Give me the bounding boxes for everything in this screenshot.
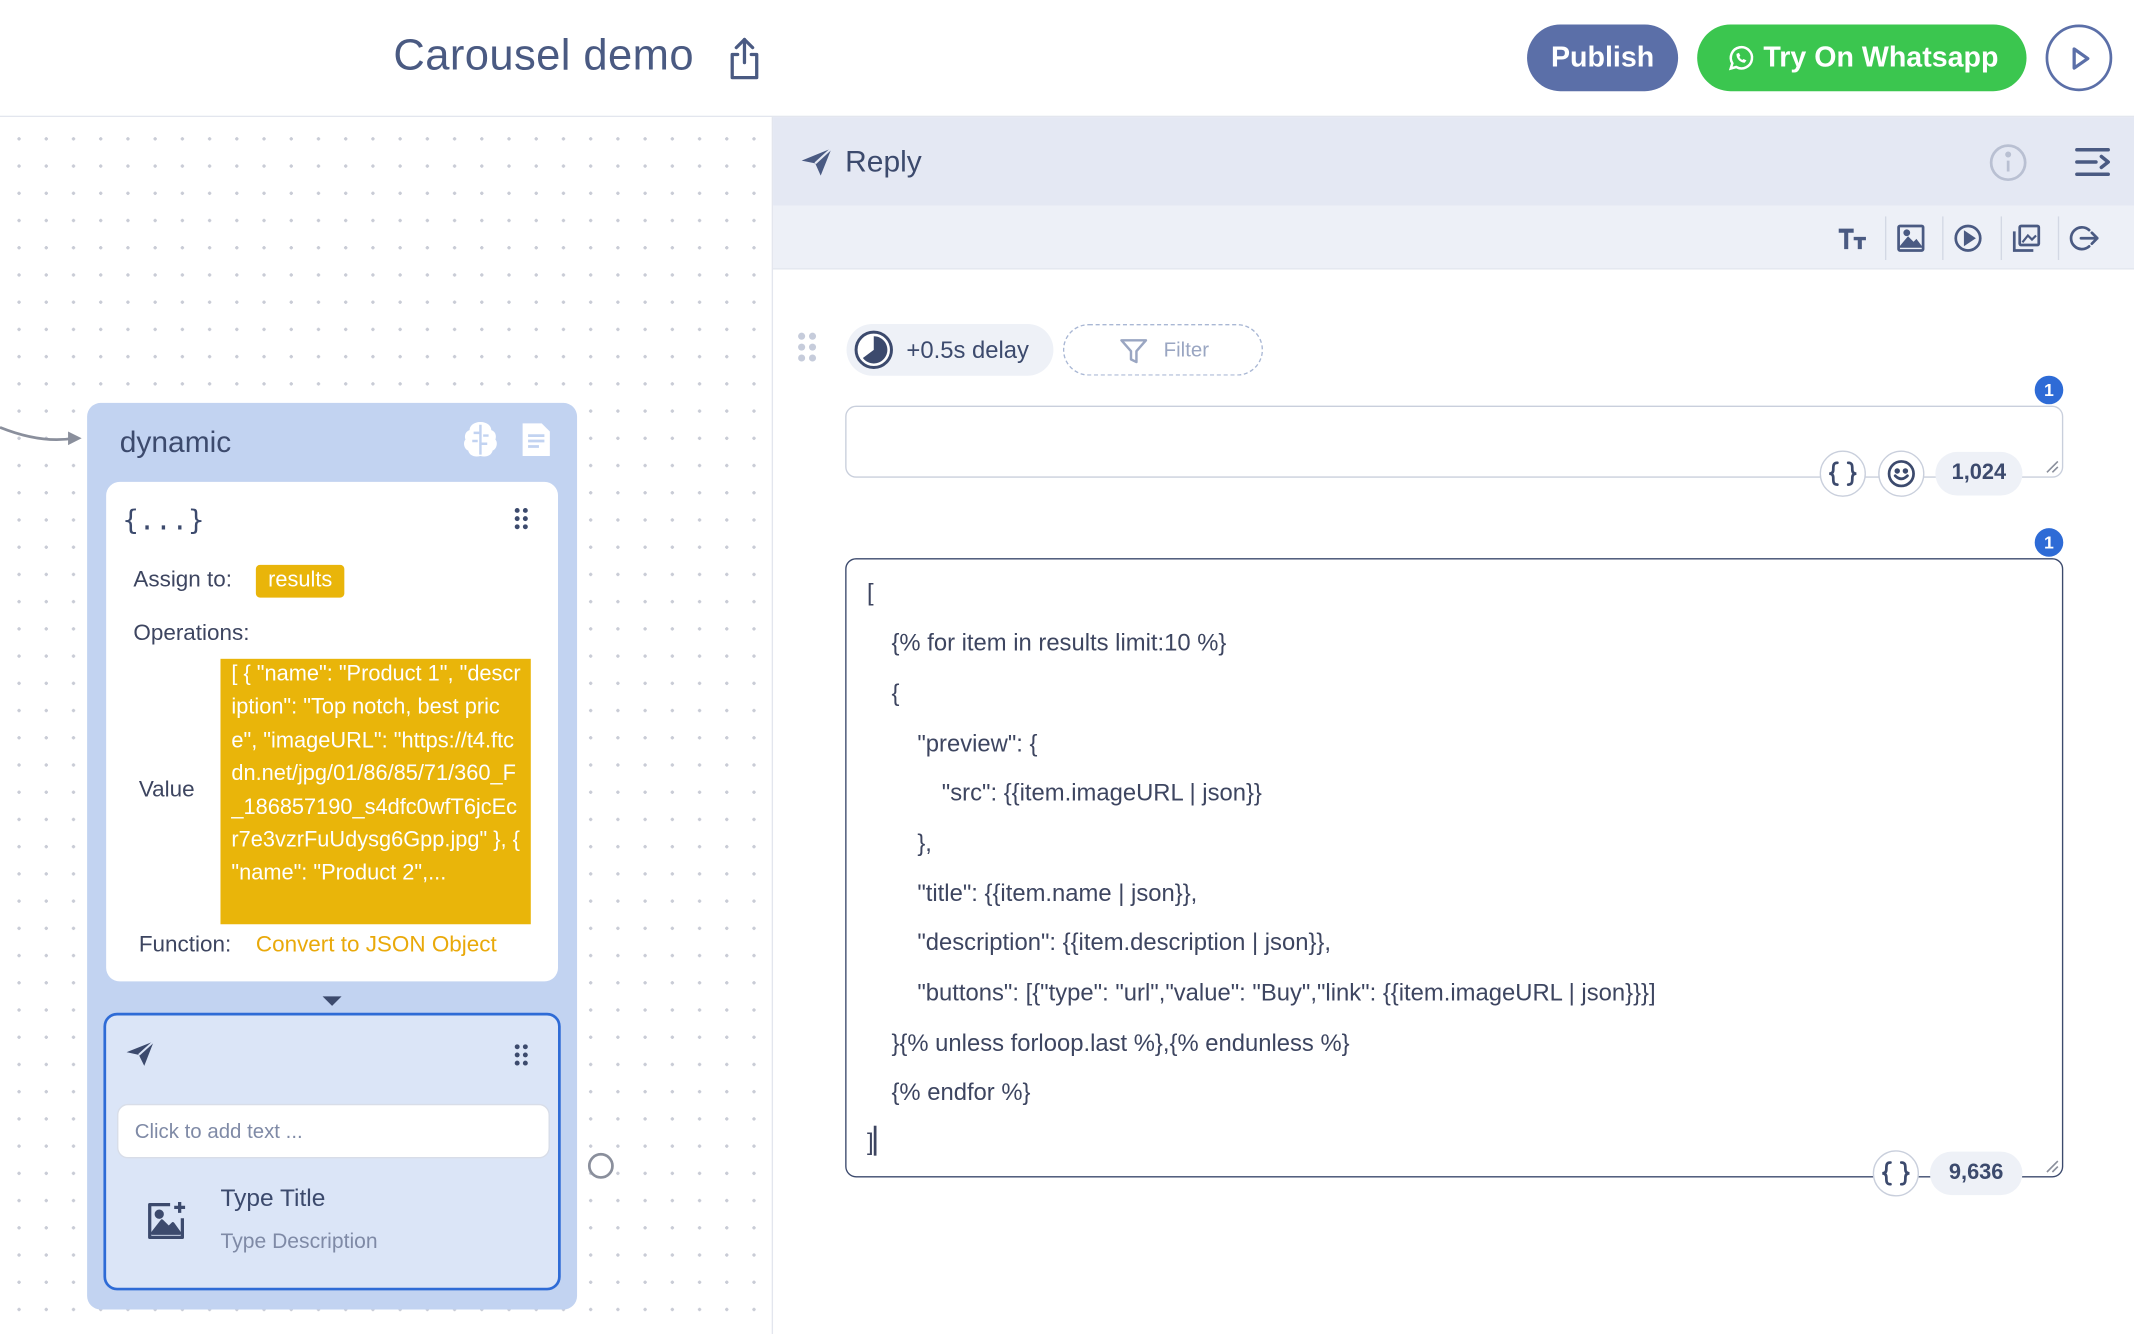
flow-canvas[interactable]: dynamic {...} Assign to: results Operati… [0, 117, 772, 1334]
toolbar-separator [1884, 216, 1887, 260]
code-char-counter: 9,636 [1929, 1151, 2023, 1196]
panel-header: Reply [773, 117, 2134, 206]
resize-grip-icon[interactable] [2043, 1157, 2059, 1173]
code-line: }{% unless forloop.last %},{% endunless … [891, 1029, 1350, 1057]
whatsapp-icon [1728, 45, 1753, 70]
insert-variable-button[interactable] [1872, 1150, 1920, 1197]
operations-label: Operations: [133, 620, 250, 646]
reply-step-card[interactable]: Click to add text ... Type Title Type De… [103, 1012, 561, 1291]
node-title[interactable]: dynamic [120, 425, 231, 460]
reply-text-input[interactable]: Click to add text ... [117, 1103, 550, 1159]
delay-chip[interactable]: +0.5s delay [846, 323, 1054, 376]
connection-arrow [0, 426, 82, 446]
code-line: {% for item in results limit:10 %} [891, 628, 1227, 657]
drag-handle-icon[interactable] [512, 1043, 531, 1068]
reply-editor-panel: Reply +0.5s delay Filter 1 1,024 1 [{% … [771, 117, 2134, 1334]
code-line: "description": {{item.description | json… [917, 928, 1331, 956]
whatsapp-button-label: Try On Whatsapp [1763, 41, 1999, 73]
card-description[interactable]: Type Description [220, 1231, 377, 1256]
image-icon[interactable] [1896, 223, 1926, 253]
toolbar-separator [2057, 216, 2060, 260]
ai-brain-icon[interactable] [460, 419, 501, 460]
content-type-toolbar [773, 205, 2134, 270]
filter-chip[interactable]: Filter [1062, 323, 1264, 376]
variable-braces-icon [1882, 1161, 1910, 1186]
function-value[interactable]: Convert to JSON Object [256, 932, 497, 958]
preview-play-button[interactable] [2045, 24, 2113, 92]
assign-to-label: Assign to: [133, 567, 233, 593]
card-title[interactable]: Type Title [220, 1184, 325, 1213]
delay-timer-icon [854, 330, 893, 370]
emoji-icon [1887, 460, 1915, 488]
value-label: Value [138, 777, 195, 802]
add-image-icon[interactable] [143, 1198, 189, 1244]
code-line: [ [866, 578, 874, 606]
try-on-whatsapp-button[interactable]: Try On Whatsapp [1697, 24, 2027, 92]
toolbar-separator [1942, 216, 1944, 260]
message-number-badge: 1 [2034, 375, 2064, 405]
code-line: ] [866, 1128, 874, 1156]
panel-title: Reply [845, 144, 922, 179]
code-line: }, [917, 828, 932, 857]
code-line: {% endfor %} [891, 1078, 1031, 1106]
variable-braces-icon: {...} [122, 503, 205, 537]
resize-grip-icon[interactable] [2043, 457, 2059, 473]
drag-handle-icon[interactable] [512, 506, 531, 531]
toolbar-separator [2000, 216, 2003, 260]
top-bar: Carousel demo Publish Try On Whatsapp [0, 0, 2134, 118]
send-icon [126, 1040, 155, 1066]
text-char-counter: 1,024 [1935, 451, 2023, 496]
operation-card[interactable]: {...} Assign to: results Operations: Val… [106, 481, 559, 982]
step-down-arrow-icon [322, 996, 342, 1006]
carousel-gallery-icon[interactable] [2012, 223, 2042, 253]
message-number-badge: 1 [2034, 528, 2064, 557]
play-icon [2071, 46, 2089, 70]
variable-braces-icon [1829, 461, 1857, 486]
info-icon[interactable] [1988, 143, 2027, 182]
redirect-icon[interactable] [2069, 223, 2099, 253]
insert-variable-button[interactable] [1819, 450, 1866, 497]
code-line: { [891, 679, 900, 707]
emoji-button[interactable] [1878, 450, 1925, 497]
code-line: "title": {{item.name | json}}, [917, 879, 1198, 907]
code-line: "buttons": [{"type": "url","value": "Buy… [917, 978, 1656, 1006]
filter-label: Filter [1163, 338, 1210, 363]
node-output-port[interactable] [587, 1152, 614, 1179]
publish-button[interactable]: Publish [1527, 24, 1679, 92]
text-cursor [873, 1125, 876, 1156]
share-icon[interactable] [725, 35, 763, 81]
send-icon [801, 147, 833, 176]
delay-label: +0.5s delay [906, 336, 1029, 364]
dynamic-node[interactable]: dynamic {...} Assign to: results Operati… [87, 402, 578, 1310]
drag-handle-icon[interactable] [796, 331, 818, 364]
function-label: Function: [138, 932, 232, 957]
assign-variable-chip[interactable]: results [255, 564, 345, 598]
code-line: "preview": { [917, 729, 1038, 757]
flow-title[interactable]: Carousel demo [393, 30, 694, 80]
video-icon[interactable] [1953, 223, 1983, 253]
operation-value-text[interactable]: [ { "name": "Product 1", "description": … [220, 658, 531, 925]
collapse-panel-icon[interactable] [2074, 144, 2111, 181]
code-line: "src": {{item.imageURL | json}} [941, 778, 1262, 806]
filter-funnel-icon [1120, 339, 1148, 364]
text-format-icon[interactable] [1837, 223, 1867, 253]
notes-icon[interactable] [517, 421, 555, 459]
